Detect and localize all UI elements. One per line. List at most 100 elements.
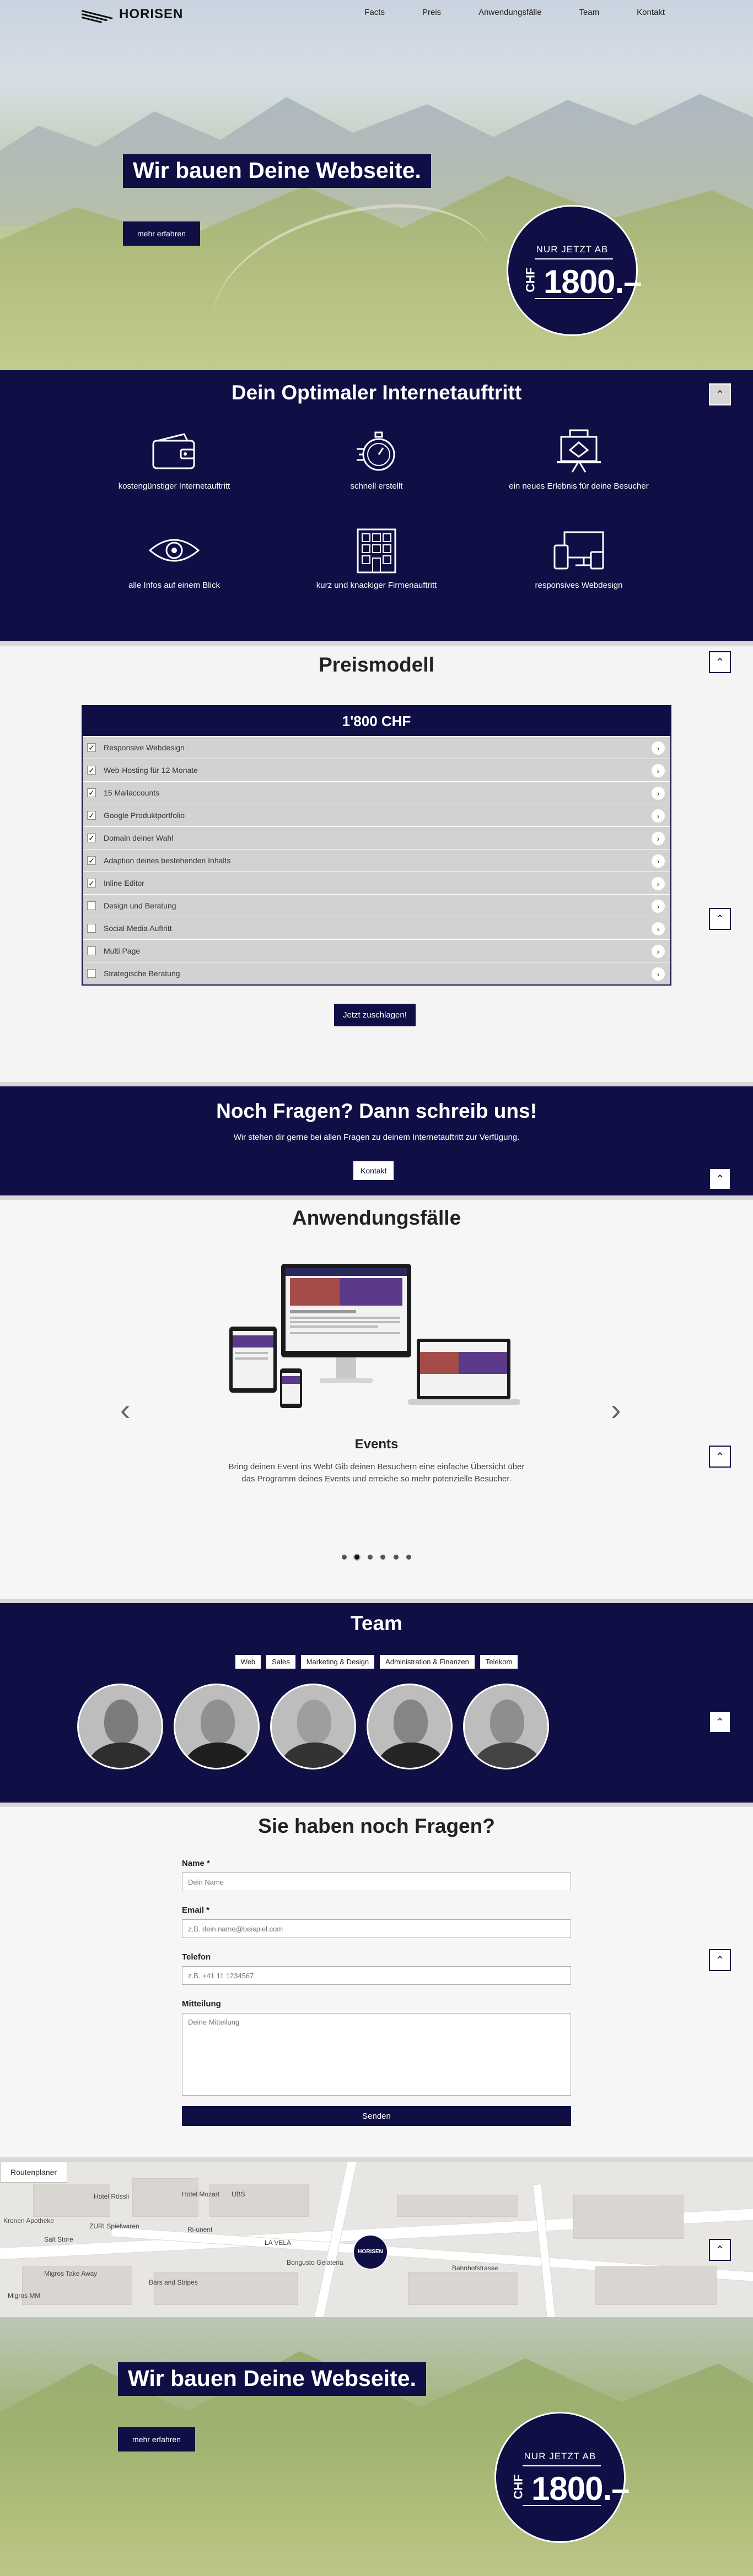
price-row: ✓ 15 Mailaccounts ›	[83, 781, 670, 804]
checkbox[interactable]: ✓	[87, 743, 96, 752]
carousel-dot[interactable]	[367, 1555, 373, 1560]
name-label: Name *	[182, 1859, 210, 1868]
feature-label: kurz und knackiger Firmenauftritt	[316, 581, 437, 590]
map-pin-icon[interactable]: HORISEN	[353, 2234, 388, 2270]
feature-label: kostengünstiger Internetauftritt	[118, 481, 230, 491]
logo[interactable]: HORISEN	[81, 7, 184, 24]
chevron-right-icon[interactable]: ›	[652, 900, 665, 913]
chevron-up-icon: ⌃	[715, 1716, 725, 1729]
feature-item: schnell erstellt	[266, 429, 487, 491]
price-title: Preismodell	[319, 653, 434, 676]
chevron-right-icon[interactable]: ›	[652, 787, 665, 800]
nav-item-preis[interactable]: Preis	[422, 8, 441, 17]
team-tag-marketing[interactable]: Marketing & Design	[300, 1655, 375, 1669]
send-button[interactable]: Senden	[182, 2106, 571, 2126]
logo-text: HORISEN	[119, 7, 184, 21]
checkbox[interactable]: ✓	[87, 766, 96, 775]
checkbox[interactable]: ✓	[87, 856, 96, 865]
feature-item: alle Infos auf einem Blick	[64, 528, 284, 590]
carousel-dot[interactable]	[341, 1555, 347, 1560]
contact-button[interactable]: Kontakt	[353, 1161, 394, 1180]
team-section: Team Web Sales Marketing & Design Admini…	[0, 1603, 753, 1803]
checkbox[interactable]: ✓	[87, 879, 96, 887]
route-planner-button[interactable]: Routenplaner	[0, 2162, 68, 2183]
chevron-right-icon[interactable]: ›	[652, 945, 665, 958]
chevron-right-icon[interactable]: ›	[652, 742, 665, 755]
scroll-up-button[interactable]: ⌃	[709, 908, 731, 930]
chevron-up-icon: ⌃	[715, 1173, 725, 1186]
feature-label: ein neues Erlebnis für deine Besucher	[509, 481, 649, 491]
contact-section: Sie haben noch Fragen? Name * Email * Te…	[0, 1807, 753, 2157]
carousel-prev-arrow[interactable]: ‹	[120, 1392, 131, 1427]
checkbox[interactable]: ✓	[87, 788, 96, 797]
price-badge-prefix: NUR JETZT AB	[524, 2451, 596, 2461]
carousel-dot[interactable]	[380, 1555, 386, 1560]
features-title: Dein Optimaler Internetauftritt	[231, 381, 522, 404]
scroll-up-button[interactable]: ⌃	[709, 2239, 731, 2261]
checkbox[interactable]	[87, 969, 96, 978]
more-info-button[interactable]: mehr erfahren	[123, 221, 200, 246]
features-section: Dein Optimaler Internetauftritt ⌃ kosten…	[0, 370, 753, 641]
carousel-dot[interactable]	[406, 1555, 412, 1560]
price-row: ✓ Responsive Webdesign ›	[83, 736, 670, 759]
chevron-right-icon[interactable]: ›	[652, 764, 665, 777]
email-field[interactable]	[182, 1919, 571, 1938]
price-table-head: 1'800 CHF	[83, 706, 670, 736]
avatar[interactable]	[174, 1684, 260, 1769]
message-field[interactable]	[182, 2013, 571, 2096]
devices-mockup-image	[228, 1264, 525, 1409]
avatar[interactable]	[270, 1684, 356, 1769]
telefon-field[interactable]	[182, 1966, 571, 1985]
team-tag-web[interactable]: Web	[235, 1655, 261, 1669]
scroll-up-button[interactable]: ⌃	[709, 1949, 731, 1971]
use-cases-title: Anwendungsfälle	[292, 1206, 461, 1229]
top-nav: HORISEN Facts Preis Anwendungsfälle Team…	[0, 0, 753, 29]
chevron-right-icon[interactable]: ›	[652, 809, 665, 822]
carousel-dot-active[interactable]	[354, 1555, 360, 1560]
scroll-up-button[interactable]: ⌃	[709, 1711, 731, 1733]
buy-now-button[interactable]: Jetzt zuschlagen!	[334, 1004, 416, 1026]
checkbox[interactable]	[87, 924, 96, 933]
scroll-up-button[interactable]: ⌃	[709, 1168, 731, 1190]
checkbox[interactable]: ✓	[87, 834, 96, 842]
slide-title: Events	[354, 1437, 399, 1452]
chevron-right-icon[interactable]: ›	[652, 832, 665, 845]
team-tag-administration[interactable]: Administration & Finanzen	[380, 1655, 475, 1669]
slide-text: Bring deinen Event ins Web! Gib deinen B…	[228, 1462, 525, 1484]
questions-title: Noch Fragen? Dann schreib uns!	[216, 1100, 537, 1122]
name-field[interactable]	[182, 1873, 571, 1891]
nav-item-kontakt[interactable]: Kontakt	[637, 8, 665, 17]
price-badge-currency: CHF	[511, 2474, 525, 2499]
checkbox[interactable]	[87, 901, 96, 910]
nav-item-facts[interactable]: Facts	[364, 8, 385, 17]
checkbox[interactable]: ✓	[87, 811, 96, 820]
checkbox[interactable]	[87, 946, 96, 955]
team-tag-sales[interactable]: Sales	[266, 1655, 295, 1669]
chevron-right-icon[interactable]: ›	[652, 854, 665, 868]
avatar[interactable]	[463, 1684, 549, 1769]
price-row: Multi Page ›	[83, 939, 670, 962]
nav-item-anwendungsfaelle[interactable]: Anwendungsfälle	[478, 8, 541, 17]
location-map[interactable]: Hotel Rössli Hotel Mozart UBS ZURI Spiel…	[0, 2162, 753, 2317]
avatar[interactable]	[77, 1684, 163, 1769]
price-row: Design und Beratung ›	[83, 894, 670, 917]
feature-item: kostengünstiger Internetauftritt	[64, 429, 284, 491]
team-tag-telekom[interactable]: Telekom	[480, 1655, 518, 1669]
scroll-up-button[interactable]: ⌃	[709, 383, 731, 405]
scroll-up-button[interactable]: ⌃	[709, 651, 731, 673]
avatar[interactable]	[367, 1684, 453, 1769]
price-row: ✓ Domain deiner Wahl ›	[83, 826, 670, 849]
price-row: ✓ Web-Hosting für 12 Monate ›	[83, 759, 670, 781]
carousel-dot[interactable]	[393, 1555, 399, 1560]
carousel-next-arrow[interactable]: ›	[611, 1392, 621, 1427]
chevron-up-icon: ⌃	[715, 1451, 725, 1463]
price-row: Social Media Auftritt ›	[83, 917, 670, 939]
chevron-right-icon[interactable]: ›	[652, 877, 665, 890]
scroll-up-button[interactable]: ⌃	[709, 1446, 731, 1468]
nav-item-team[interactable]: Team	[579, 8, 599, 17]
chevron-right-icon[interactable]: ›	[652, 922, 665, 935]
footer-more-info-button[interactable]: mehr erfahren	[118, 2427, 195, 2451]
building-icon	[350, 528, 403, 573]
price-row: ✓ Adaption deines bestehenden Inhalts ›	[83, 849, 670, 872]
chevron-right-icon[interactable]: ›	[652, 967, 665, 981]
